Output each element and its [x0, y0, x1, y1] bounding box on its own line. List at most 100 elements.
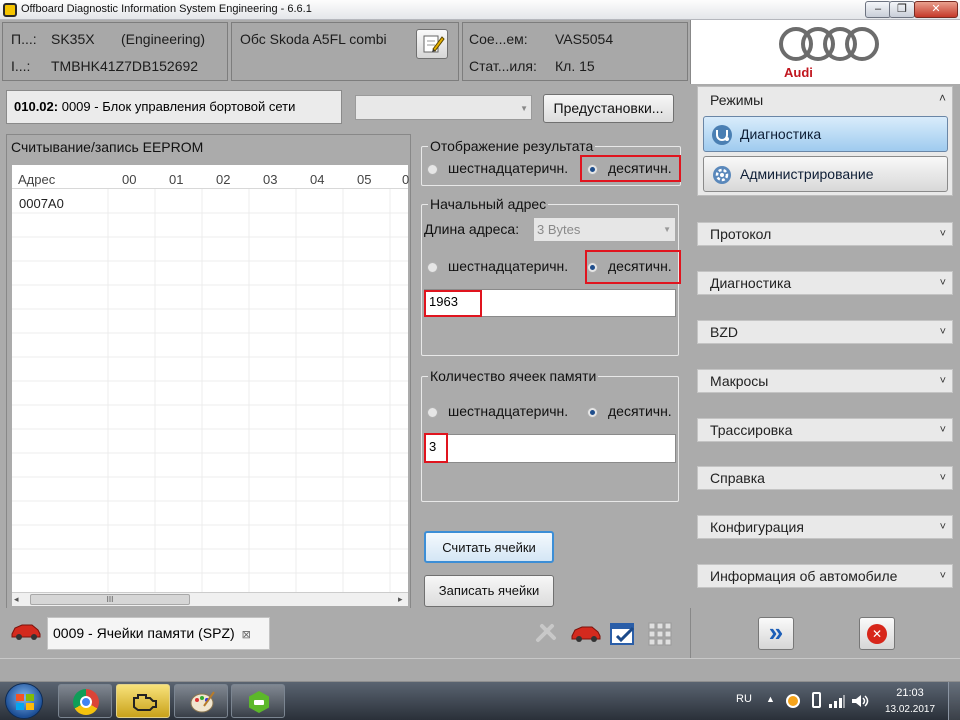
i-label: I...: [11, 58, 31, 74]
section-tracing[interactable]: Трассировка ˅ [697, 418, 953, 442]
gear-icon [713, 166, 731, 184]
administration-mode-button[interactable]: Администрирование [703, 156, 948, 192]
address-length-label: Длина адреса: [424, 221, 520, 237]
address-hex-radio[interactable] [427, 262, 438, 273]
write-cells-button[interactable]: Записать ячейки [424, 575, 554, 607]
section-label: Трассировка [710, 422, 793, 438]
language-indicator[interactable]: RU [736, 693, 752, 705]
brand-name: Audi [784, 65, 813, 80]
address-hex-label[interactable]: шестнадцатеричн. [448, 258, 568, 274]
column-header[interactable]: 03 [263, 172, 277, 187]
column-header[interactable]: 0 [402, 172, 409, 187]
connection-box: Сое...ем: VAS5054 Стат...иля: Кл. 15 [462, 22, 688, 81]
count-dec-label[interactable]: десятичн. [608, 403, 672, 419]
signal-icon[interactable] [828, 693, 846, 709]
section-protocol[interactable]: Протокол ˅ [697, 222, 953, 246]
address-length-select[interactable]: 3 Bytes ▼ [533, 217, 676, 242]
address-dec-label[interactable]: десятичн. [608, 258, 672, 274]
section-label: Конфигурация [710, 519, 804, 535]
taskbar-app[interactable] [231, 684, 285, 718]
close-button[interactable]: ✕ [914, 1, 958, 18]
volume-icon[interactable] [851, 693, 869, 709]
checklist-icon[interactable] [609, 620, 637, 648]
minimize-button[interactable]: ‒ [865, 1, 891, 18]
cancel-icon: ✕ [867, 624, 887, 644]
taskbar-odis[interactable] [116, 684, 170, 718]
address-dec-radio[interactable] [587, 262, 598, 273]
status-value: Кл. 15 [555, 58, 595, 74]
count-hex-label[interactable]: шестнадцатеричн. [448, 403, 568, 419]
vin-value: TMBHK41Z7DB152692 [51, 58, 199, 74]
tab-memory-cells[interactable]: 0009 - Ячейки памяти (SPZ) ⊠ [47, 617, 270, 650]
horizontal-scrollbar[interactable]: ◂ III ▸ [12, 592, 408, 606]
control-unit-box: 010.02: 0009 - Блок управления бортовой … [6, 90, 342, 124]
scroll-left-icon[interactable]: ◂ [14, 594, 19, 605]
presets-button[interactable]: Предустановки... [543, 94, 674, 123]
edit-vehicle-button[interactable] [416, 29, 448, 59]
result-hex-label[interactable]: шестнадцатеричн. [448, 160, 568, 176]
engine-icon [133, 694, 157, 711]
result-dec-radio[interactable] [587, 164, 598, 175]
edit-icon [423, 35, 445, 53]
count-hex-radio[interactable] [427, 407, 438, 418]
tray-expand-icon[interactable]: ▲ [766, 694, 775, 704]
cancel-button[interactable]: ✕ [859, 617, 895, 650]
battery-icon[interactable] [812, 692, 821, 708]
section-diagnostics[interactable]: Диагностика ˅ [697, 271, 953, 295]
taskbar-paint[interactable] [174, 684, 228, 718]
column-header[interactable]: 00 [122, 172, 136, 187]
car-icon[interactable] [570, 624, 602, 642]
forward-button[interactable]: » [758, 617, 794, 650]
column-header[interactable]: 05 [357, 172, 371, 187]
diagnostics-mode-label: Диагностика [740, 126, 822, 142]
car-icon [11, 624, 41, 640]
column-header[interactable]: 04 [310, 172, 324, 187]
section-bzd[interactable]: BZD ˅ [697, 320, 953, 344]
section-configuration[interactable]: Конфигурация ˅ [697, 515, 953, 539]
column-header[interactable]: 01 [169, 172, 183, 187]
chevron-down-icon: ˅ [939, 472, 946, 484]
title-bar[interactable]: Offboard Diagnostic Information System E… [0, 0, 960, 20]
eeprom-title: Считывание/запись EEPROM [11, 139, 204, 155]
cell-count-input[interactable]: 3 [424, 434, 676, 463]
chevron-down-icon: ˅ [939, 228, 946, 240]
tab-label: 0009 - Ячейки памяти (SPZ) [53, 625, 235, 641]
clock-time[interactable]: 21:03 [884, 687, 936, 699]
app-icon [3, 3, 17, 17]
column-header-address[interactable]: Адрес [18, 172, 55, 187]
result-hex-radio[interactable] [427, 164, 438, 175]
chevron-down-icon: ˅ [939, 570, 946, 582]
read-cells-button[interactable]: Считать ячейки [424, 531, 554, 563]
vehicle-model-box: Обс Skoda A5FL combi [231, 22, 459, 81]
count-dec-radio[interactable] [587, 407, 598, 418]
section-vehicle-info[interactable]: Информация об автомобиле ˅ [697, 564, 953, 588]
start-button[interactable] [5, 683, 43, 719]
section-label: Диагностика [710, 275, 792, 291]
p-value: SK35X [51, 31, 95, 47]
window-title: Offboard Diagnostic Information System E… [21, 3, 312, 15]
table-row-address[interactable]: 0007A0 [19, 196, 64, 211]
paint-palette-icon [190, 691, 215, 713]
close-icon[interactable]: ⊠ [242, 629, 251, 641]
highlight-box [424, 433, 448, 463]
collapse-icon[interactable]: ˄ [939, 91, 946, 105]
section-macros[interactable]: Макросы ˅ [697, 369, 953, 393]
section-help[interactable]: Справка ˅ [697, 466, 953, 490]
grid-icon[interactable] [646, 620, 674, 648]
column-header[interactable]: 02 [216, 172, 230, 187]
maximize-button[interactable]: ❐ [889, 1, 915, 18]
show-desktop-button[interactable] [948, 682, 960, 720]
diagnostics-mode-button[interactable]: Диагностика [703, 116, 948, 152]
taskbar-chrome[interactable] [58, 684, 112, 718]
control-unit-name: 0009 - Блок управления бортовой сети [61, 99, 296, 114]
clock-date[interactable]: 13.02.2017 [880, 704, 940, 715]
scroll-thumb[interactable]: III [30, 594, 190, 605]
result-dec-label[interactable]: десятичн. [608, 160, 672, 176]
scroll-right-icon[interactable]: ▸ [398, 594, 403, 605]
tools-icon[interactable] [534, 620, 560, 646]
status-label: Стат...иля: [469, 58, 537, 74]
chevron-down-icon: ˅ [939, 424, 946, 436]
eeprom-table[interactable]: Адрес 00 01 02 03 04 05 0 0007A0 [12, 165, 409, 592]
preset-select[interactable]: ▼ [355, 95, 532, 120]
tray-app-icon[interactable] [786, 694, 800, 708]
